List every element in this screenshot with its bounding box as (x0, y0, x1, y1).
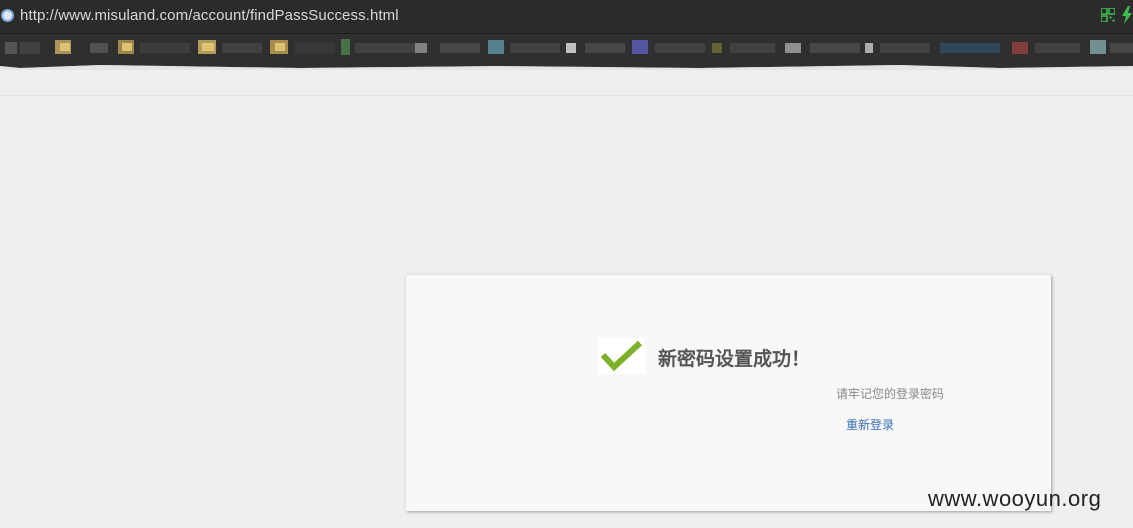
success-icon-box (599, 338, 645, 374)
browser-address-bar: http://www.misuland.com/account/findPass… (0, 0, 1133, 34)
relogin-link[interactable]: 重新登录 (846, 416, 894, 433)
qr-code-icon[interactable] (1101, 8, 1115, 22)
torn-edge (0, 60, 1133, 70)
lightning-bolt-icon[interactable] (1121, 6, 1133, 24)
page-title: 新密码设置成功！ (658, 348, 811, 370)
site-favicon-icon (1, 9, 14, 22)
remember-password-hint: 请牢记您的登录密码 (836, 387, 945, 401)
checkmark-icon (600, 340, 643, 372)
blurred-bookmarks (5, 39, 1133, 55)
header-divider (0, 95, 1133, 96)
watermark: www.wooyun.org (928, 486, 1102, 511)
bookmarks-bar-blurred (0, 34, 1133, 62)
success-card: 新密码设置成功！ 请牢记您的登录密码 重新登录 (406, 275, 1051, 511)
url-field[interactable]: http://www.misuland.com/account/findPass… (20, 7, 399, 24)
